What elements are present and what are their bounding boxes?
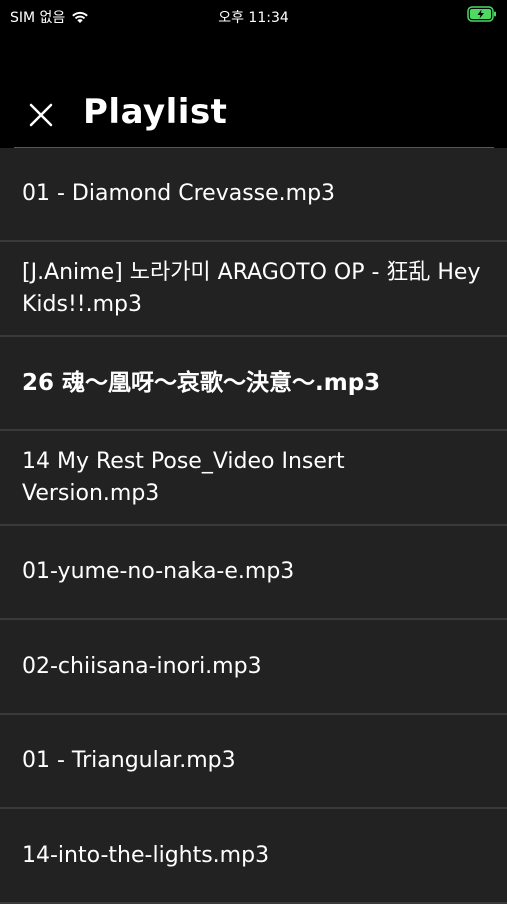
playlist-item-label: 14-into-the-lights.mp3 xyxy=(22,842,270,868)
playlist-item[interactable]: 01-yume-no-naka-e.mp3 xyxy=(0,526,507,620)
playlist-item-label: 01 - Triangular.mp3 xyxy=(22,748,236,773)
close-button[interactable] xyxy=(26,100,56,130)
close-icon xyxy=(29,103,53,127)
playlist-item[interactable]: 01 - Diamond Crevasse.mp3 xyxy=(0,148,507,242)
header: Playlist xyxy=(0,80,507,148)
playlist-item-label: 01-yume-no-naka-e.mp3 xyxy=(22,559,295,584)
playlist-item-label: 14 My Rest Pose_Video Insert Version.mp3 xyxy=(22,448,345,506)
playlist: 01 - Diamond Crevasse.mp3 [J.Anime] 노라가미 … xyxy=(0,148,507,904)
playlist-item-label: [J.Anime] 노라가미 ARAGOTO OP - 狂乱 Hey Kids!… xyxy=(22,259,481,317)
playlist-item-label: 26 魂～凰呀～哀歌～決意～.mp3 xyxy=(22,370,381,396)
playlist-item[interactable]: 14-into-the-lights.mp3 xyxy=(0,809,507,904)
battery-icon xyxy=(467,6,497,26)
playlist-item[interactable]: 01 - Triangular.mp3 xyxy=(0,715,507,809)
playlist-item[interactable]: 14 My Rest Pose_Video Insert Version.mp3 xyxy=(0,431,507,526)
top-bar: SIM 없음 오후 11:34 Playlist xyxy=(0,0,507,148)
playlist-item-label: 01 - Diamond Crevasse.mp3 xyxy=(22,181,336,206)
playlist-item[interactable]: 26 魂～凰呀～哀歌～決意～.mp3 xyxy=(0,337,507,431)
playlist-item[interactable]: [J.Anime] 노라가미 ARAGOTO OP - 狂乱 Hey Kids!… xyxy=(0,242,507,337)
status-time: 오후 11:34 xyxy=(218,10,289,26)
status-bar: SIM 없음 오후 11:34 xyxy=(0,0,507,30)
playlist-item[interactable]: 02-chiisana-inori.mp3 xyxy=(0,620,507,715)
page-title: Playlist xyxy=(83,92,228,132)
playlist-item-label: 02-chiisana-inori.mp3 xyxy=(22,653,262,679)
